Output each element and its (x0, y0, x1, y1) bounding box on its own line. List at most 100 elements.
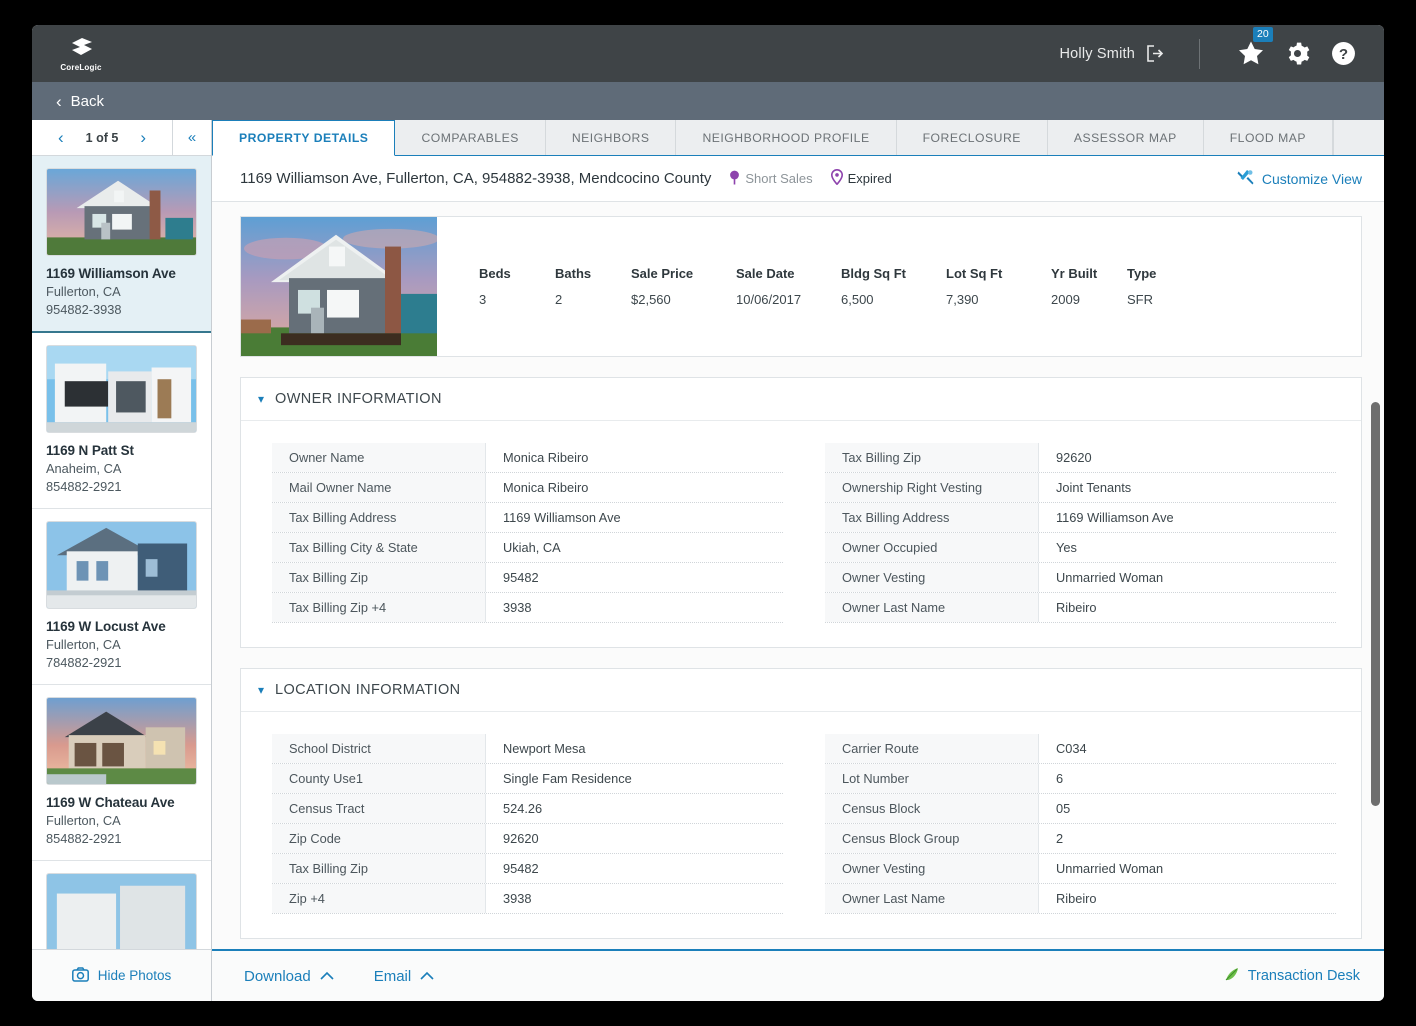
back-bar[interactable]: ‹ Back (32, 82, 1384, 120)
kv-value: 3938 (503, 891, 532, 906)
kv-value: 2 (1056, 831, 1064, 846)
transaction-desk-button[interactable]: Transaction Desk (1224, 966, 1360, 986)
kv-value: 05 (1056, 801, 1071, 816)
kv-column-right: Carrier Route C034 Lot Number 6 Census B… (825, 734, 1336, 914)
kv-column-right: Tax Billing Zip 92620 Ownership Right Ve… (825, 443, 1336, 623)
sidebar-pager: ‹ 1 of 5 › « (32, 120, 211, 156)
tab-comparables[interactable]: COMPARABLES (395, 120, 546, 155)
kv-key: County Use1 (272, 764, 486, 793)
list-item-city: Fullerton, CA (46, 284, 121, 299)
top-bar: CoreLogic Holly Smith 20 ? (32, 25, 1384, 82)
tab-bar: PROPERTY DETAILS COMPARABLES NEIGHBORS N… (212, 120, 1384, 156)
pager-prev-icon[interactable]: ‹ (58, 129, 64, 146)
kv-value: Newport Mesa (503, 741, 586, 756)
status-badge-expired-label: Expired (847, 171, 892, 186)
gear-icon[interactable] (1274, 41, 1320, 66)
kv-key: Tax Billing City & State (272, 533, 486, 562)
table-row: Owner Vesting Unmarried Woman (825, 563, 1336, 593)
table-row: Census Block Group 2 (825, 824, 1336, 854)
kv-key: Owner Name (272, 443, 486, 472)
kv-value: 6 (1056, 771, 1064, 786)
hide-photos-button[interactable]: Hide Photos (32, 949, 212, 1001)
download-button[interactable]: Download (244, 968, 334, 985)
stat-label: Type (1127, 266, 1157, 281)
toolbar-divider (1199, 38, 1200, 69)
status-badge-short-sales: Short Sales (729, 170, 813, 188)
user-name: Holly Smith (1059, 45, 1135, 62)
page-title: 1169 Williamson Ave, Fullerton, CA, 9548… (240, 170, 712, 187)
help-icon[interactable]: ? (1320, 41, 1366, 66)
map-pin-icon (830, 168, 843, 188)
tab-flood-map[interactable]: FLOOD MAP (1203, 120, 1334, 155)
list-item[interactable]: 1169 N Patt St Anaheim, CA 854882-2921 (32, 333, 211, 509)
tab-assessor-map[interactable]: ASSESSOR MAP (1047, 120, 1204, 155)
property-thumbnail (46, 873, 197, 949)
pager-controls: ‹ 1 of 5 › (32, 120, 173, 155)
tab-neighborhood-profile[interactable]: NEIGHBORHOOD PROFILE (676, 120, 897, 155)
bottom-action-bar: Download Email Transaction Desk (212, 949, 1384, 1001)
chevron-down-icon: ▾ (258, 392, 265, 406)
stat-value: 2 (555, 292, 563, 307)
list-item-title: 1169 Williamson Ave (46, 266, 176, 281)
kv-value: Ribeiro (1056, 600, 1097, 615)
table-row: Tax Billing Zip 95482 (272, 563, 783, 593)
property-thumbnail (46, 697, 197, 785)
table-row: Tax Billing Zip 92620 (825, 443, 1336, 473)
tab-foreclosure[interactable]: FORECLOSURE (896, 120, 1048, 155)
table-row: Zip +4 3938 (272, 884, 783, 914)
tab-bar-filler (1333, 120, 1384, 155)
section-header[interactable]: ▾ LOCATION INFORMATION (241, 669, 1361, 712)
kv-key: Owner Occupied (825, 533, 1039, 562)
vertical-scrollbar[interactable] (1371, 402, 1380, 806)
email-button[interactable]: Email (374, 968, 435, 985)
svg-text:?: ? (1338, 46, 1347, 63)
kv-value: 92620 (503, 831, 539, 846)
property-hero-image[interactable] (241, 217, 437, 356)
list-item-title: 1169 N Patt St (46, 443, 134, 458)
list-item[interactable]: 1169 W Chateau Ave Fullerton, CA 854882-… (32, 685, 211, 861)
corelogic-logo[interactable]: CoreLogic (46, 36, 116, 72)
stat-value: 10/06/2017 (736, 292, 802, 307)
pager-next-icon[interactable]: › (140, 129, 146, 146)
details-scroll-area[interactable]: Beds 3 Baths 2 Sale Price $2,560 Sale Da… (212, 202, 1384, 949)
property-sidebar: ‹ 1 of 5 › « 1169 Williamson Ave Fullert… (32, 120, 212, 949)
list-item[interactable]: 1169 W Locust Ave Fullerton, CA 784882-2… (32, 509, 211, 685)
kv-key: Census Block Group (825, 824, 1039, 853)
list-item[interactable] (32, 861, 211, 949)
status-badge-short-sales-label: Short Sales (745, 171, 813, 186)
customize-view-button[interactable]: Customize View (1237, 169, 1362, 189)
table-row: Tax Billing City & State Ukiah, CA (272, 533, 783, 563)
logout-icon[interactable] (1146, 45, 1165, 62)
section-title: LOCATION INFORMATION (275, 682, 461, 698)
kv-value: 92620 (1056, 450, 1092, 465)
list-item-city: Anaheim, CA (46, 461, 122, 476)
kv-value: Yes (1056, 540, 1077, 555)
section-owner-information: ▾ OWNER INFORMATION Owner Name Monica Ri… (240, 377, 1362, 648)
kv-key: Tax Billing Zip (272, 854, 486, 883)
stat-label: Baths (555, 266, 592, 281)
kv-key: Zip +4 (272, 884, 486, 913)
property-thumbnail (46, 168, 197, 256)
status-badge-expired: Expired (830, 168, 892, 188)
address-header: 1169 Williamson Ave, Fullerton, CA, 9548… (212, 156, 1384, 202)
stat-label: Sale Price (631, 266, 694, 281)
stat-sale-price: Sale Price $2,560 (631, 266, 736, 307)
property-list[interactable]: 1169 Williamson Ave Fullerton, CA 954882… (32, 156, 211, 949)
chevron-down-icon: ▾ (258, 683, 265, 697)
kv-key: Lot Number (825, 764, 1039, 793)
section-header[interactable]: ▾ OWNER INFORMATION (241, 378, 1361, 421)
kv-key: Zip Code (272, 824, 486, 853)
list-item-city: Fullerton, CA (46, 637, 121, 652)
list-item-city: Fullerton, CA (46, 813, 121, 828)
stat-label: Sale Date (736, 266, 795, 281)
hide-photos-label: Hide Photos (97, 968, 172, 983)
sidebar-collapse-icon[interactable]: « (173, 129, 211, 146)
tab-neighbors[interactable]: NEIGHBORS (545, 120, 677, 155)
stat-value: 2009 (1051, 292, 1080, 307)
tab-property-details[interactable]: PROPERTY DETAILS (212, 120, 396, 156)
kv-key: Tax Billing Address (272, 503, 486, 532)
camera-icon (71, 966, 89, 985)
list-item-title: 1169 W Chateau Ave (46, 795, 175, 810)
favorites-star-icon[interactable]: 20 (1228, 27, 1274, 67)
list-item[interactable]: 1169 Williamson Ave Fullerton, CA 954882… (32, 156, 211, 333)
